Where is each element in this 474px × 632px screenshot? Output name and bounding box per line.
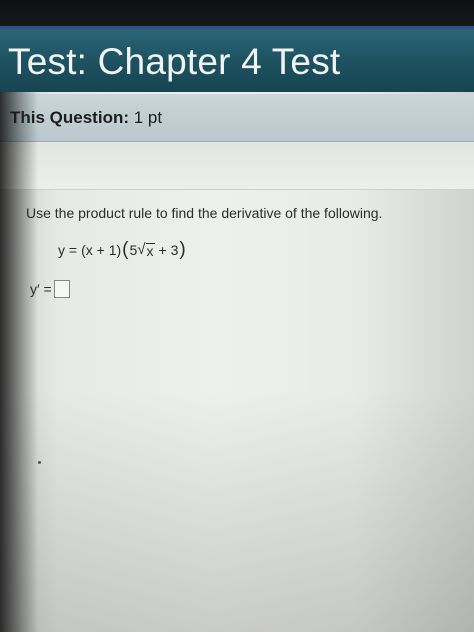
question-label: This Question: [10, 108, 129, 127]
title-bar: Test: Chapter 4 Test [0, 26, 474, 92]
close-paren: ) [179, 238, 186, 260]
radical-sign-icon: √ [137, 241, 146, 258]
question-info-bar: This Question: 1 pt [0, 94, 474, 142]
page-title: Test: Chapter 4 Test [8, 41, 341, 82]
mouse-cursor-dot [38, 461, 41, 464]
open-paren: ( [122, 238, 129, 260]
screen: Test: Chapter 4 Test This Question: 1 pt… [0, 0, 474, 632]
answer-label: y′ = [30, 281, 52, 297]
equation-lhs: y = [58, 241, 78, 258]
equation-coefficient: 5 [129, 241, 138, 258]
square-root: √ x [137, 241, 155, 259]
answer-row: y′ = [30, 280, 70, 298]
question-points: This Question: 1 pt [10, 108, 162, 128]
question-instruction: Use the product rule to find the derivat… [26, 205, 383, 221]
equation-tail: + 3 [158, 241, 179, 258]
equation-factor-1: (x + 1) [81, 241, 122, 258]
answer-input[interactable] [53, 280, 70, 298]
toolbar-band [0, 142, 474, 190]
question-equation: y = (x + 1) ( 5 √ x + 3 ) [58, 238, 187, 260]
equation-radicand: x [145, 243, 155, 259]
question-points-value: 1 pt [133, 108, 163, 127]
